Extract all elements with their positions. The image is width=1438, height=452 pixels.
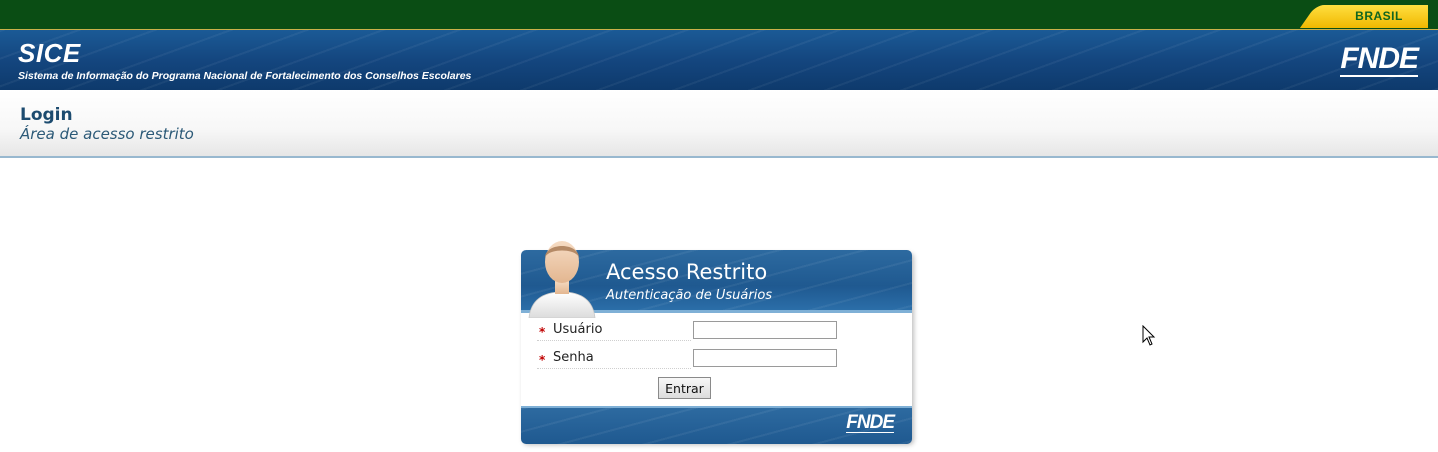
page-title-band: Login Área de acesso restrito (0, 90, 1438, 158)
password-label-cell: * Senha (537, 348, 691, 369)
password-label: Senha (553, 350, 594, 365)
required-mark: * (539, 325, 546, 339)
username-label: Usuário (553, 322, 603, 337)
enter-button[interactable]: Entrar (658, 377, 711, 399)
password-row: * Senha (537, 348, 897, 370)
user-avatar-icon (528, 241, 596, 318)
mouse-cursor-icon (1142, 325, 1156, 346)
app-subtitle: Sistema de Informação do Programa Nacion… (18, 70, 472, 82)
page-title: Login (20, 105, 73, 125)
username-row: * Usuário (537, 320, 897, 342)
username-input[interactable] (693, 321, 837, 339)
password-input[interactable] (693, 349, 837, 367)
required-mark: * (539, 353, 546, 367)
brasil-label: BRASIL (1355, 9, 1403, 23)
username-label-cell: * Usuário (537, 320, 691, 341)
fnde-logo: FNDE (1340, 42, 1419, 77)
login-body: * Usuário * Senha Entrar (521, 313, 912, 407)
login-title: Acesso Restrito (606, 260, 768, 284)
brasil-link[interactable]: BRASIL (1330, 5, 1428, 28)
login-subtitle: Autenticação de Usuários (606, 288, 773, 303)
app-title: SICE (18, 38, 81, 68)
app-header: SICE Sistema de Informação do Programa N… (0, 30, 1438, 90)
login-form: Acesso Restrito Autenticação de Usuários… (521, 241, 912, 444)
gov-top-bar: BRASIL (0, 0, 1438, 30)
footer-fnde-logo: FNDE (846, 412, 895, 433)
page-subtitle: Área de acesso restrito (20, 125, 194, 143)
login-footer: FNDE (521, 406, 912, 444)
